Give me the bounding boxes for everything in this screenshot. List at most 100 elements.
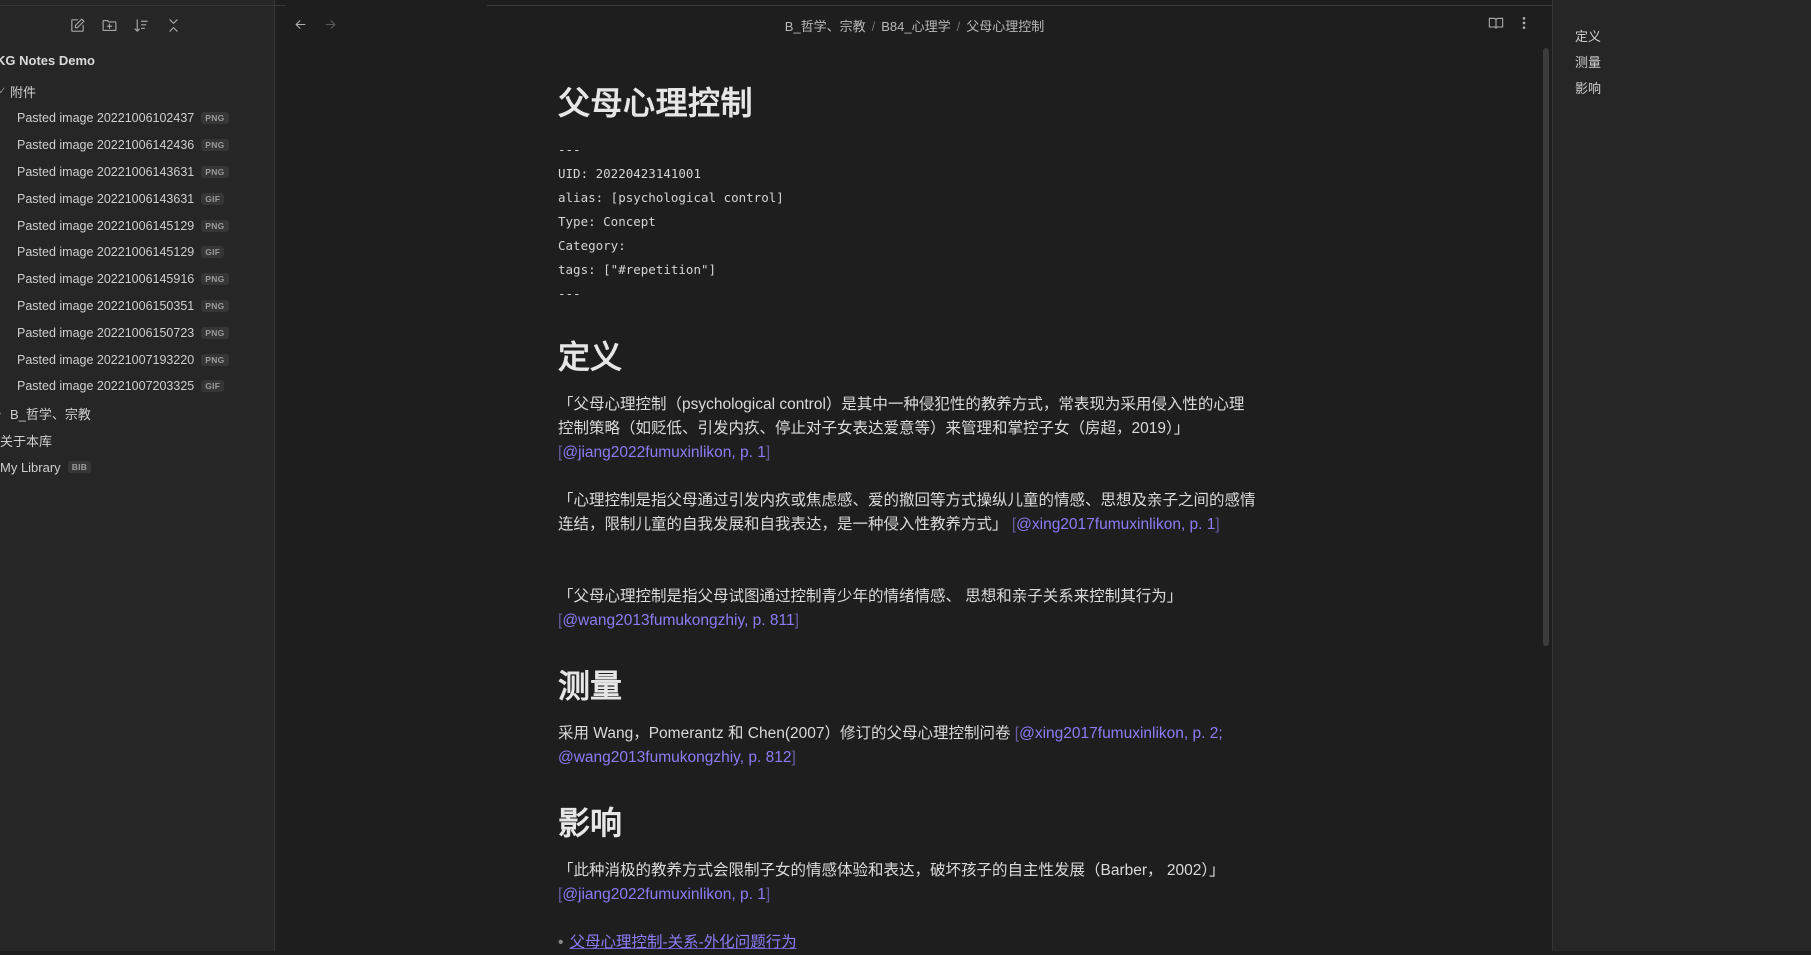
breadcrumb: B_哲学、宗教 / B84_心理学 / 父母心理控制 xyxy=(0,16,1554,35)
file-item[interactable]: Pasted image 20221006145129 GIF xyxy=(0,239,275,266)
citation-link[interactable]: @jiang2022fumuxinlikon, p. 1 xyxy=(562,886,766,903)
file-ext-badge: GIF xyxy=(201,380,225,393)
file-label: 关于本库 xyxy=(0,433,53,449)
outline-list: 定义 测量 影响 xyxy=(1575,22,1601,100)
file-ext-badge: PNG xyxy=(201,326,229,339)
file-tree: ✓ 附件 Pasted image 20221006102437 PNG Paste… xyxy=(0,78,275,481)
frontmatter-block: --- UID: 20220423141001 alias: [psychologi… xyxy=(558,138,784,306)
cite-bracket: ] xyxy=(1215,516,1220,533)
file-item[interactable]: Pasted image 20221007193220 PNG xyxy=(0,346,275,373)
frontmatter-line: tags: ["#repetition"] xyxy=(558,262,717,277)
file-ext-badge: PNG xyxy=(201,219,229,232)
editor-scrollbar[interactable] xyxy=(1543,48,1549,646)
frontmatter-line: alias: [psychological control] xyxy=(558,190,784,205)
file-ext-badge: GIF xyxy=(201,192,225,205)
quote-text: 「父母心理控制是指父母试图通过控制青少年的情绪情感、 思想和亲子关系来控制其行为… xyxy=(558,588,1183,605)
chevron-right-icon: › xyxy=(0,408,10,419)
file-item[interactable]: Pasted image 20221006150351 PNG xyxy=(0,293,275,320)
file-label: Pasted image 20221006145129 xyxy=(17,218,195,233)
file-item[interactable]: Pasted image 20221006142436 PNG xyxy=(0,132,275,159)
file-item[interactable]: Pasted image 20221007203325 GIF xyxy=(0,373,275,400)
file-explorer-sidebar: KG Notes Demo ✓ 附件 Pasted image 20221006… xyxy=(0,0,285,951)
outline-item-effect[interactable]: 影响 xyxy=(1575,74,1601,100)
file-label: Pasted image 20221006150723 xyxy=(17,325,195,340)
cite-bracket: ] xyxy=(794,612,799,629)
breadcrumb-separator: / xyxy=(871,19,876,34)
citation-link[interactable]: @jiang2022fumuxinlikon, p. 1 xyxy=(562,444,766,461)
attachments-file-list: Pasted image 20221006102437 PNG Pasted ima… xyxy=(0,105,275,400)
frontmatter-line: Category: xyxy=(558,238,626,253)
file-ext-badge: PNG xyxy=(201,273,229,286)
cite-bracket: ] xyxy=(791,749,796,766)
effect-link-list-item: • 父母心理控制-关系-外化问题行为 xyxy=(558,931,1258,955)
measurement-paragraph: 采用 Wang，Pomerantz 和 Chen(2007）修订的父母心理控制问… xyxy=(558,722,1258,770)
bullet-icon: • xyxy=(558,934,564,951)
breadcrumb-item[interactable]: B_哲学、宗教 xyxy=(785,19,866,34)
file-my-library[interactable]: My Library BIB xyxy=(0,454,275,481)
cite-bracket: [ xyxy=(1014,725,1020,742)
outline-item-definition[interactable]: 定义 xyxy=(1575,22,1601,48)
file-label: Pasted image 20221006150351 xyxy=(17,298,195,313)
cite-bracket: [ xyxy=(1011,516,1017,533)
file-item[interactable]: Pasted image 20221006143631 PNG xyxy=(0,159,275,186)
file-item[interactable]: Pasted image 20221006102437 PNG xyxy=(0,105,275,132)
tab-strip xyxy=(275,0,1554,6)
file-ext-badge: PNG xyxy=(201,299,229,312)
folder-label: 附件 xyxy=(10,85,37,100)
outline-panel: 定义 测量 影响 xyxy=(1552,0,1811,951)
cite-bracket: [ xyxy=(558,612,563,629)
tab-active-edge xyxy=(487,0,1554,6)
file-label: Pasted image 20221007193220 xyxy=(17,352,195,367)
definition-paragraph-1: 「父母心理控制（psychological control）是其中一种侵犯性的教… xyxy=(558,393,1258,465)
chevron-down-icon: ✓ xyxy=(0,86,7,97)
quote-text: 「此种消极的教养方式会限制子女的情感体验和表达，破坏孩子的自主性发展（Barbe… xyxy=(558,862,1225,879)
cite-bracket: [ xyxy=(558,886,563,903)
file-item[interactable]: Pasted image 20221006150723 PNG xyxy=(0,319,275,346)
file-ext-badge: PNG xyxy=(201,165,229,178)
file-label: Pasted image 20221006145916 xyxy=(17,272,195,287)
file-label: Pasted image 20221006145129 xyxy=(17,245,195,260)
file-label: Pasted image 20221006143631 xyxy=(17,164,195,179)
breadcrumb-item[interactable]: B84_心理学 xyxy=(881,19,950,34)
folder-b-philosophy[interactable]: › B_哲学、宗教 xyxy=(0,400,275,427)
file-ext-badge: PNG xyxy=(201,139,229,152)
folder-attachments[interactable]: ✓ 附件 xyxy=(0,78,275,105)
file-item[interactable]: Pasted image 20221006145129 PNG xyxy=(0,212,275,239)
file-ext-badge: BIB xyxy=(67,461,92,474)
frontmatter-line: UID: 20220423141001 xyxy=(558,166,701,181)
file-label: My Library xyxy=(0,459,61,475)
file-label: Pasted image 20221006142436 xyxy=(17,138,195,153)
definition-paragraph-2: 「心理控制是指父母通过引发内疚或焦虑感、爱的撤回等方式操纵儿童的情感、思想及亲子… xyxy=(558,489,1258,537)
outline-item-measurement[interactable]: 测量 xyxy=(1575,48,1601,74)
citation-link[interactable]: @xing2017fumuxinlikon, p. 1 xyxy=(1016,516,1215,533)
file-about[interactable]: 关于本库 xyxy=(0,427,275,454)
heading-definition: 定义 xyxy=(558,339,623,375)
file-ext-badge: PNG xyxy=(201,112,229,125)
view-actions xyxy=(1488,15,1532,36)
heading-effect: 影响 xyxy=(558,805,623,841)
sidebar-tab-strip xyxy=(0,0,285,6)
breadcrumb-separator: / xyxy=(956,19,961,34)
internal-link[interactable]: 父母心理控制-关系-外化问题行为 xyxy=(569,934,796,951)
folder-label: B_哲学、宗教 xyxy=(10,406,91,422)
breadcrumb-current[interactable]: 父母心理控制 xyxy=(966,19,1044,34)
file-label: Pasted image 20221007203325 xyxy=(17,379,195,394)
file-item[interactable]: Pasted image 20221006143631 GIF xyxy=(0,185,275,212)
vault-name[interactable]: KG Notes Demo xyxy=(0,53,95,68)
heading-measurement: 测量 xyxy=(558,668,623,704)
more-options-icon[interactable] xyxy=(1516,15,1532,36)
frontmatter-line: --- xyxy=(558,142,581,157)
body-text: 采用 Wang，Pomerantz 和 Chen(2007）修订的父母心理控制问… xyxy=(558,725,1015,742)
effect-paragraph: 「此种消极的教养方式会限制子女的情感体验和表达，破坏孩子的自主性发展（Barbe… xyxy=(558,859,1258,907)
citation-link[interactable]: @wang2013fumukongzhiy, p. 811 xyxy=(562,612,794,629)
file-item[interactable]: Pasted image 20221006145916 PNG xyxy=(0,266,275,293)
frontmatter-line: --- xyxy=(558,286,581,301)
quote-text: 「父母心理控制（psychological control）是其中一种侵犯性的教… xyxy=(558,396,1245,437)
cite-bracket: [ xyxy=(558,444,563,461)
file-label: Pasted image 20221006143631 xyxy=(17,191,195,206)
reading-view-icon[interactable] xyxy=(1488,15,1504,36)
definition-paragraph-3: 「父母心理控制是指父母试图通过控制青少年的情绪情感、 思想和亲子关系来控制其行为… xyxy=(558,585,1258,633)
file-label: Pasted image 20221006102437 xyxy=(17,111,195,126)
cite-bracket: ] xyxy=(765,444,771,461)
cite-bracket: ] xyxy=(765,886,771,903)
